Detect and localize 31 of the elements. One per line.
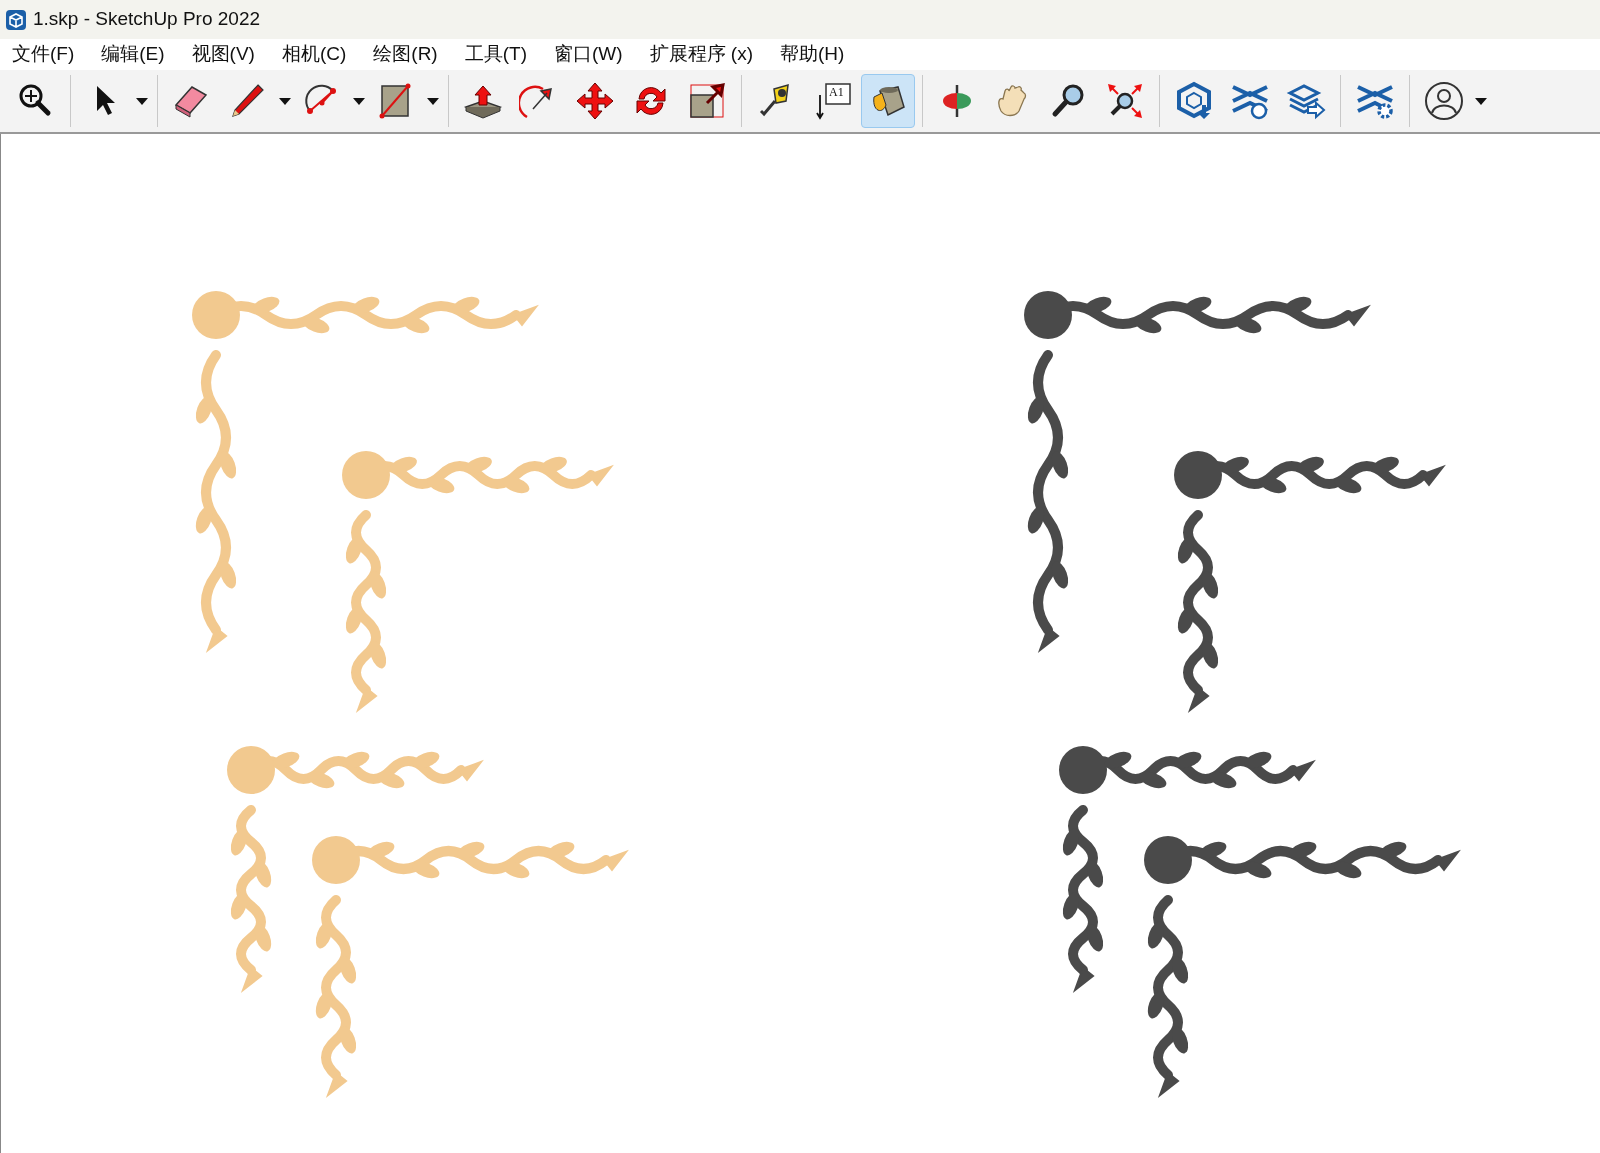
caret-icon bbox=[136, 97, 148, 105]
menu-item[interactable]: 相机(C) bbox=[273, 40, 355, 69]
ornament-arm-drawing[interactable] bbox=[1174, 451, 1446, 499]
tool-button[interactable] bbox=[861, 74, 915, 128]
ornament-arm-drawing[interactable] bbox=[1147, 895, 1189, 1098]
zoom-extents-icon bbox=[1105, 81, 1145, 121]
user-avatar-icon bbox=[1424, 81, 1464, 121]
window-title: 1.skp - SketchUp Pro 2022 bbox=[33, 7, 261, 32]
menu-item[interactable]: 帮助(H) bbox=[772, 40, 853, 69]
ornament-arm-drawing[interactable] bbox=[1177, 510, 1219, 713]
ornament-arm-drawing[interactable] bbox=[1144, 836, 1461, 884]
ornament-arm-drawing[interactable] bbox=[1062, 805, 1104, 993]
caret-icon bbox=[279, 97, 291, 105]
app-icon bbox=[5, 8, 27, 31]
menu-item[interactable]: 文件(F) bbox=[4, 40, 83, 69]
move-icon bbox=[575, 81, 615, 121]
ornament-arm-drawing[interactable] bbox=[1024, 291, 1371, 339]
menu-item[interactable]: 绘图(R) bbox=[365, 40, 446, 69]
caret-icon bbox=[427, 97, 439, 105]
menu-item[interactable]: 窗口(W) bbox=[545, 40, 631, 69]
cube-download-icon bbox=[1174, 81, 1214, 121]
menu-item[interactable]: 视图(V) bbox=[183, 40, 263, 69]
ornament-arm-drawing[interactable] bbox=[1059, 746, 1316, 794]
menu-item[interactable]: 扩展程序 (x) bbox=[641, 40, 761, 69]
menu-item[interactable]: 编辑(E) bbox=[93, 40, 173, 69]
menu-item[interactable]: 工具(T) bbox=[456, 40, 535, 69]
ornament-arm-drawing[interactable] bbox=[1027, 350, 1069, 653]
caret-icon bbox=[1475, 97, 1487, 105]
caret-icon bbox=[353, 97, 365, 105]
tool-button[interactable]: A1 bbox=[805, 74, 859, 128]
scale-icon bbox=[687, 81, 727, 121]
